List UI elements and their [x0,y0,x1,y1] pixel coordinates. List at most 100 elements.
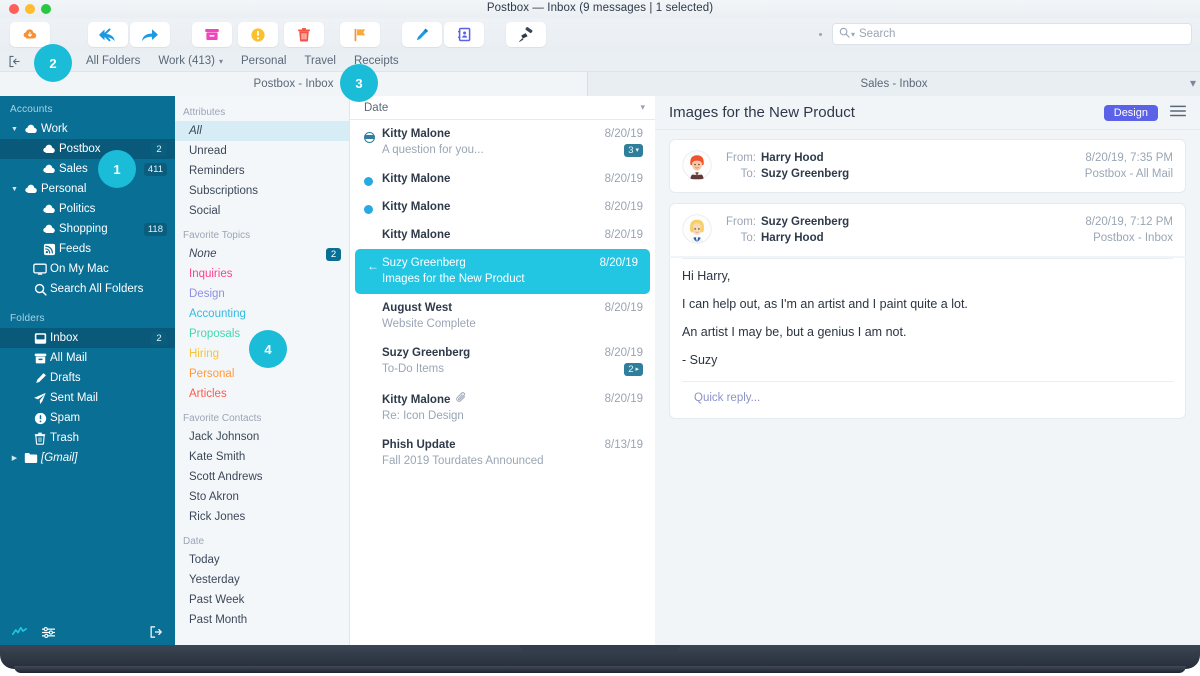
message-list-item[interactable]: ← Suzy Greenberg 8/20/19 Images for the New… [355,249,650,294]
message-list-item[interactable]: August West 8/20/19 Website Complete [350,294,655,339]
sidebar-section-header: Accounts [10,104,53,115]
search-box[interactable]: ▾ [832,23,1192,45]
message-list-item[interactable]: Phish Update 8/13/19 Fall 2019 Tourdates A… [350,431,655,476]
attributes-item-scott-andrews[interactable]: Scott Andrews [175,467,349,487]
sort-column-label: Date [364,101,389,114]
message-list-header[interactable]: Date ▾ [350,96,655,120]
sidebar-item-sent-mail[interactable]: Sent Mail [0,388,175,408]
message-timestamp: 8/20/19, 7:12 PM [1085,216,1173,228]
message-header-card[interactable]: From: Harry Hood To: Suzy Greenberg 8/20/1… [669,139,1186,193]
sidebar-item-personal[interactable]: ▼ Personal [0,179,175,199]
chevron-down-icon[interactable]: ▾ [219,57,223,66]
get-mail-button[interactable] [10,22,50,47]
clean-up-button[interactable] [506,22,546,47]
search-input[interactable] [859,28,1185,40]
hamburger-menu-icon[interactable] [1170,104,1186,122]
attributes-item-kate-smith[interactable]: Kate Smith [175,447,349,467]
folder-tab-personal[interactable]: Personal [232,55,295,67]
message-row-secondary: Fall 2019 Tourdates Announced [382,454,643,468]
forward-button[interactable] [130,22,170,47]
attributes-item-subscriptions[interactable]: Subscriptions [175,181,349,201]
topic-tag-badge[interactable]: Design [1103,104,1158,121]
attributes-item-sto-akron[interactable]: Sto Akron [175,487,349,507]
sidebar-item-work[interactable]: ▼ Work [0,119,175,139]
compose-button[interactable] [402,22,442,47]
attributes-item-today[interactable]: Today [175,550,349,570]
message-list-item[interactable]: Kitty Malone 8/20/19 [350,221,655,249]
collapse-sidebar-icon[interactable] [8,55,21,68]
sidebar-item-drafts[interactable]: Drafts [0,368,175,388]
activity-icon[interactable] [12,626,27,638]
attributes-item-label: Articles [189,388,227,400]
chevron-down-icon[interactable]: ▾ [635,146,639,154]
quick-reply-input[interactable]: Quick reply... [682,382,1173,406]
attributes-item-reminders[interactable]: Reminders [175,161,349,181]
flag-button[interactable] [340,22,380,47]
message-row-primary: Kitty Malone 8/20/19 [382,201,643,213]
unread-dot-icon [364,205,373,214]
sidebar-item-inbox[interactable]: Inbox 2 [0,328,175,348]
junk-button[interactable] [238,22,278,47]
sign-out-icon[interactable] [149,625,163,639]
archive-icon [204,27,220,42]
folder-tab-work[interactable]: Work (413) ▾ [149,55,232,67]
disclosure-triangle-closed-icon[interactable]: ▶ [8,454,21,462]
delete-button[interactable] [284,22,324,47]
message-list-item[interactable]: Kitty Malone 8/20/19 [350,193,655,221]
attributes-item-inquiries[interactable]: Inquiries [175,264,349,284]
tab-postbox-inbox[interactable]: Postbox - Inbox [0,72,587,96]
attributes-item-all[interactable]: All [175,121,349,141]
chevron-down-icon[interactable]: ▾ [1190,76,1196,90]
sidebar-item-spam[interactable]: Spam [0,408,175,428]
search-scope-chevron-icon[interactable]: ▾ [851,30,855,39]
sidebar-item-search-all-folders[interactable]: Search All Folders [0,279,175,299]
sidebar-item-feeds[interactable]: Feeds [0,239,175,259]
attributes-item-none[interactable]: None 2 [175,244,349,264]
sidebar-item-postbox[interactable]: Postbox 2 [0,139,175,159]
disclosure-triangle-open-icon[interactable]: ▼ [8,186,21,193]
message-list-item[interactable]: Suzy Greenberg 8/20/19 To-Do Items 2 ▸ [350,339,655,384]
inbox-icon [30,332,50,345]
attributes-item-jack-johnson[interactable]: Jack Johnson [175,427,349,447]
disclosure-triangle-open-icon[interactable]: ▼ [8,126,21,133]
attributes-item-yesterday[interactable]: Yesterday [175,570,349,590]
sidebar-item-politics[interactable]: Politics [0,199,175,219]
sidebar-item-label: Work [41,123,68,135]
message-header-fields: From: Suzy Greenberg To: Harry Hood [722,214,1085,246]
reply-all-button[interactable] [88,22,128,47]
count-badge: 2 [326,247,341,261]
message-header-card[interactable]: From: Suzy Greenberg To: Harry Hood 8/20/1… [669,203,1186,256]
message-row-primary: Kitty Malone 8/20/19 [382,229,643,241]
chevron-down-icon[interactable]: ▾ [640,102,645,113]
attributes-item-unread[interactable]: Unread [175,141,349,161]
attributes-item-articles[interactable]: Articles [175,384,349,404]
folder-tab-all-folders[interactable]: All Folders [77,55,149,67]
thread-count-badge[interactable]: 3 ▾ [624,143,643,157]
attributes-item-rick-jones[interactable]: Rick Jones [175,507,349,527]
attributes-item-past-week[interactable]: Past Week [175,590,349,610]
attributes-item-social[interactable]: Social [175,201,349,221]
chevron-right-icon[interactable]: ▸ [635,365,639,373]
message-list-item[interactable]: Kitty Malone 8/20/19 [350,165,655,193]
folder-tab-travel[interactable]: Travel [295,55,345,67]
sidebar-item-trash[interactable]: Trash [0,428,175,448]
window-title: Postbox — Inbox (9 messages | 1 selected… [486,2,714,14]
sidebar-item-label: Personal [41,183,87,195]
attributes-section-header: Favorite Contacts [183,413,262,424]
tab-sales-inbox[interactable]: Sales - Inbox ▾ [587,72,1200,96]
address-book-button[interactable] [444,22,484,47]
message-list-item[interactable]: Kitty Malone 8/20/19 Re: Icon Design [350,384,655,431]
sidebar-item-all-mail[interactable]: All Mail [0,348,175,368]
message-list-item[interactable]: Kitty Malone 8/20/19 A question for you...… [350,120,655,165]
attributes-item-past-month[interactable]: Past Month [175,610,349,630]
attributes-item-design[interactable]: Design [175,284,349,304]
sidebar-item-shopping[interactable]: Shopping 118 [0,219,175,239]
archive-button[interactable] [192,22,232,47]
thread-count-badge[interactable]: 2 ▸ [624,362,643,376]
sidebar-item-gmail[interactable]: ▶ [Gmail] [0,448,175,468]
settings-sliders-icon[interactable] [41,626,56,639]
attributes-item-accounting[interactable]: Accounting [175,304,349,324]
sidebar-item-sales[interactable]: Sales 411 [0,159,175,179]
sidebar-item-on-my-mac[interactable]: On My Mac [0,259,175,279]
message-date: 8/20/19 [604,393,643,405]
